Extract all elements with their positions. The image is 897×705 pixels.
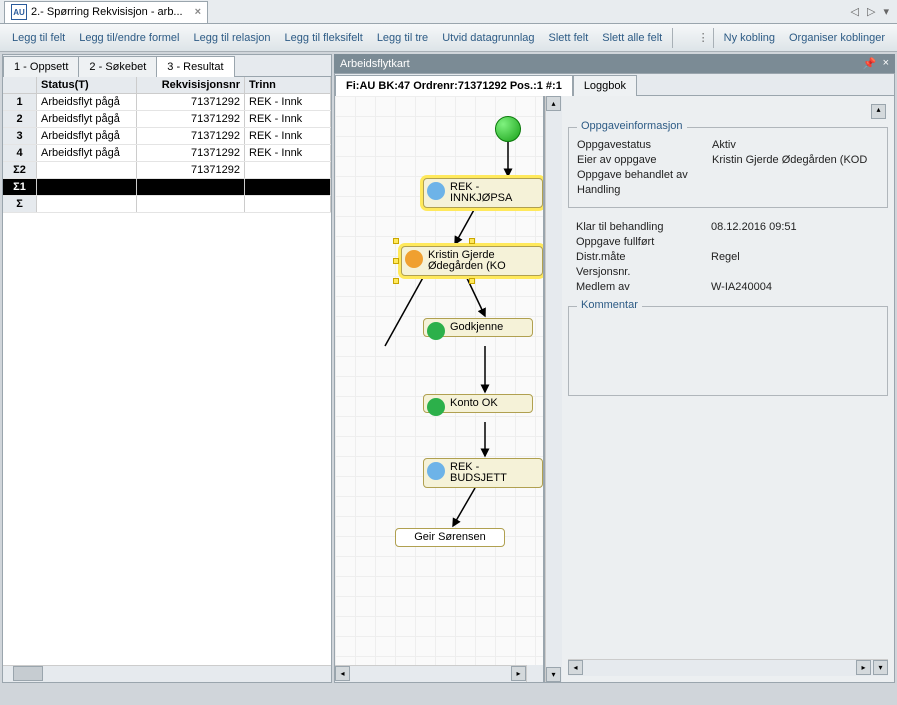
flow-hscroll[interactable]: ◂▸ [335, 665, 526, 682]
person-icon [427, 462, 445, 480]
table-row[interactable]: 4Arbeidsflyt pågå71371292REK - Innk [3, 145, 331, 162]
tab-oppsett[interactable]: 1 - Oppsett [3, 56, 79, 77]
nav-next-icon[interactable]: ▷ [867, 5, 875, 18]
table-row[interactable]: 3Arbeidsflyt pågå71371292REK - Innk [3, 128, 331, 145]
tb-delete-all[interactable]: Slett alle felt [596, 29, 668, 47]
approve-icon [427, 322, 445, 340]
flow-start-node[interactable] [495, 116, 521, 142]
group-oppgaveinfo: Oppgaveinformasjon OppgavestatusAktiv Ei… [568, 127, 888, 208]
flow-node-rek-innkjop[interactable]: REK - INNKJØPSA [423, 178, 543, 208]
approve-icon [427, 398, 445, 416]
close-tab-icon[interactable]: × [195, 6, 201, 18]
table-row[interactable]: 1Arbeidsflyt pågå71371292REK - Innk [3, 94, 331, 111]
info-scroll-up-icon[interactable]: ▴ [871, 104, 886, 119]
tb-add-flex[interactable]: Legg til fleksifelt [279, 29, 369, 47]
tab-info[interactable]: Fi:AU BK:47 Ordrenr:71371292 Pos.:1 #:1 [335, 75, 573, 96]
tb-add-relation[interactable]: Legg til relasjon [187, 29, 276, 47]
th-rek[interactable]: Rekvisisjonsnr [137, 77, 245, 93]
info-hscroll[interactable]: ◂▸ ▾ [568, 659, 888, 676]
th-rownum [3, 77, 37, 93]
toolbar-separator [713, 28, 714, 48]
toolbar-overflow-icon[interactable]: ⋮ [698, 31, 709, 44]
tab-resultat[interactable]: 3 - Resultat [156, 56, 234, 77]
tab-sokebet[interactable]: 2 - Søkebet [78, 56, 157, 77]
table-row[interactable]: 2Arbeidsflyt pågå71371292REK - Innk [3, 111, 331, 128]
tb-new-link[interactable]: Ny kobling [718, 29, 781, 47]
flow-node-budsjett[interactable]: REK - BUDSJETT [423, 458, 543, 488]
group-kommentar: Kommentar [568, 306, 888, 396]
window-tab[interactable]: AU 2.- Spørring Rekvisisjon - arb... × [4, 1, 208, 23]
tb-add-formula[interactable]: Legg til/endre formel [73, 29, 185, 47]
flow-node-owner[interactable]: Kristin Gjerde Ødegården (KO [401, 246, 543, 276]
nav-menu-icon[interactable]: ▾ [883, 5, 889, 18]
flow-vscroll[interactable]: ▴▾ [545, 96, 562, 682]
tb-expand[interactable]: Utvid datagrunnlag [436, 29, 540, 47]
table-sum-row[interactable]: Σ271371292 [3, 162, 331, 179]
flow-scroll-corner [526, 665, 543, 682]
tab-loggbok[interactable]: Loggbok [573, 75, 637, 96]
pin-icon[interactable]: 📌 [863, 57, 877, 70]
person-icon [427, 182, 445, 200]
app-icon: AU [11, 4, 27, 20]
tb-add-field[interactable]: Legg til felt [6, 29, 71, 47]
flow-node-godkjenne[interactable]: Godkjenne [423, 318, 533, 337]
table-sum-row[interactable]: Σ [3, 196, 331, 213]
th-status[interactable]: Status(T) [37, 77, 137, 93]
play-icon [405, 250, 423, 268]
flow-node-geir[interactable]: Geir Sørensen [395, 528, 505, 547]
table-hscroll[interactable] [3, 665, 331, 682]
tb-add-tree[interactable]: Legg til tre [371, 29, 434, 47]
window-title: 2.- Spørring Rekvisisjon - arb... [31, 6, 183, 18]
table-sum-row[interactable]: Σ1 [3, 179, 331, 196]
toolbar-separator [672, 28, 673, 48]
panel-title: Arbeidsflytkart [340, 58, 410, 70]
tb-delete-field[interactable]: Slett felt [543, 29, 595, 47]
panel-close-icon[interactable]: × [883, 57, 889, 70]
flow-node-konto[interactable]: Konto OK [423, 394, 533, 413]
tb-organize-links[interactable]: Organiser koblinger [783, 29, 891, 47]
nav-prev-icon[interactable]: ◁ [851, 5, 859, 18]
th-trinn[interactable]: Trinn [245, 77, 331, 93]
